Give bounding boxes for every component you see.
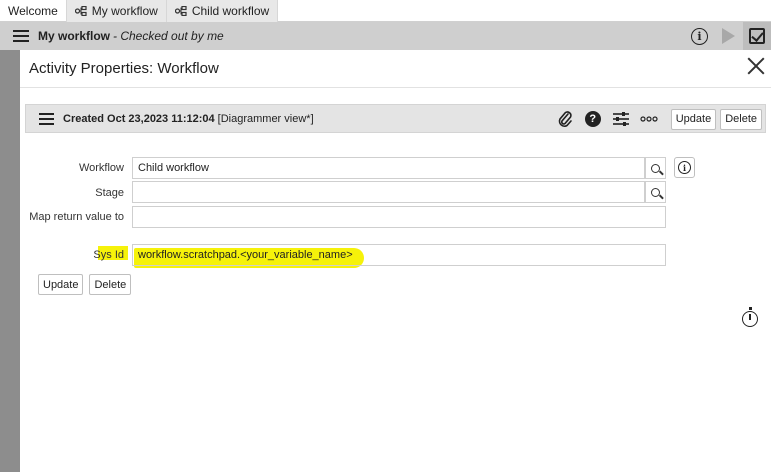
personalize-form-icon[interactable] xyxy=(611,109,631,129)
attachment-icon[interactable] xyxy=(555,109,575,129)
created-timestamp: Created Oct 23,2023 11:12:04 xyxy=(63,112,215,125)
checkout-status: - Checked out by me xyxy=(113,29,224,43)
workflow-icon xyxy=(74,6,87,16)
workflow-header: My workflow - Checked out by me i xyxy=(0,22,771,50)
publish-checkbox-button[interactable] xyxy=(743,22,771,50)
tab-welcome[interactable]: Welcome xyxy=(0,0,67,22)
play-icon xyxy=(721,28,735,44)
tab-bar: Welcome My workflow Child workflow xyxy=(0,0,771,22)
bottom-update-button[interactable]: Update xyxy=(38,274,84,295)
stage-lookup-button[interactable] xyxy=(645,181,666,203)
map-return-value-field[interactable] xyxy=(132,206,666,228)
stage-field[interactable] xyxy=(132,181,645,203)
sys-id-field[interactable]: workflow.scratchpad.<your_variable_name> xyxy=(132,244,666,266)
info-icon: i xyxy=(678,161,691,174)
delete-button[interactable]: Delete xyxy=(720,108,762,130)
dialog-title: Activity Properties: Workflow xyxy=(29,60,219,77)
bottom-delete-button[interactable]: Delete xyxy=(89,274,132,295)
map-return-value-label: Map return value to xyxy=(29,211,124,223)
run-workflow-button[interactable] xyxy=(717,25,739,47)
info-icon[interactable]: i xyxy=(691,27,708,45)
form-bottom-buttons: Update Delete xyxy=(38,274,132,295)
view-name: [Diagrammer view*] xyxy=(217,112,314,125)
search-icon xyxy=(651,163,660,173)
tab-label: My workflow xyxy=(91,4,158,18)
workflow-title: My workflow xyxy=(38,29,111,43)
sys-id-label: Sys Id xyxy=(93,249,124,261)
workflow-info-button[interactable]: i xyxy=(674,157,695,178)
tab-my-workflow[interactable]: My workflow xyxy=(66,0,167,22)
tab-label: Child workflow xyxy=(191,4,270,18)
tab-label: Welcome xyxy=(8,4,58,18)
canvas-background xyxy=(0,50,20,472)
checkbox-check-icon xyxy=(749,28,765,44)
workflow-icon xyxy=(174,6,187,16)
form-context-menu-icon[interactable] xyxy=(39,113,54,125)
stage-label: Stage xyxy=(95,187,124,199)
response-time-icon[interactable] xyxy=(742,307,758,327)
form-header-bar: Created Oct 23,2023 11:12:04 [Diagrammer… xyxy=(25,104,766,133)
workflow-field[interactable]: Child workflow xyxy=(132,157,645,179)
more-options-icon[interactable] xyxy=(639,109,659,129)
close-icon[interactable] xyxy=(747,57,765,75)
help-icon[interactable]: ? xyxy=(583,109,603,129)
tab-child-workflow[interactable]: Child workflow xyxy=(166,0,279,22)
activity-properties-dialog: Activity Properties: Workflow Created Oc… xyxy=(20,50,771,472)
dialog-header: Activity Properties: Workflow xyxy=(20,50,771,88)
workflow-lookup-button[interactable] xyxy=(645,157,666,179)
workflow-label: Workflow xyxy=(78,162,124,174)
update-button[interactable]: Update xyxy=(670,108,717,130)
search-icon xyxy=(651,187,660,197)
hamburger-menu-icon[interactable] xyxy=(13,30,29,42)
